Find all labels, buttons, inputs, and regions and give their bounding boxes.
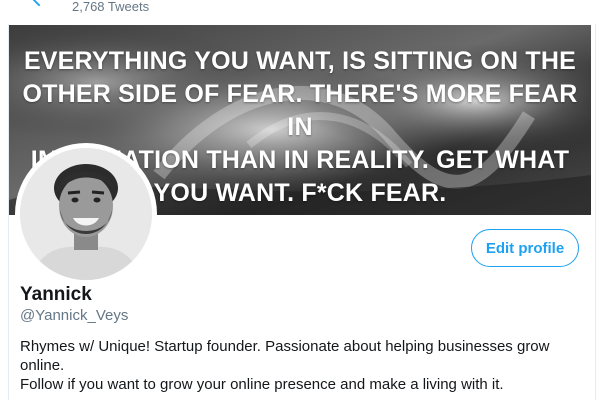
banner-quote-line: OTHER SIDE OF FEAR. THERE'S MORE FEAR IN xyxy=(22,80,578,141)
edit-profile-button[interactable]: Edit profile xyxy=(471,229,579,267)
profile-handle: @Yannick_Veys xyxy=(20,307,129,324)
profile-bio-line: Rhymes w/ Unique! Startup founder. Passi… xyxy=(20,338,550,374)
avatar-portrait-image xyxy=(20,148,152,280)
profile-bio-line: Follow if you want to grow your online p… xyxy=(20,376,504,393)
frame-border-right xyxy=(595,0,596,400)
back-arrow-icon[interactable] xyxy=(28,0,50,10)
tweet-count: 2,768 Tweets xyxy=(72,0,150,14)
profile-bio: Rhymes w/ Unique! Startup founder. Passi… xyxy=(20,337,580,394)
avatar[interactable] xyxy=(20,148,152,280)
profile-name: Yannick xyxy=(20,284,92,305)
profile-page: 2,768 Tweets EVERYTHING YOU WANT, IS SIT… xyxy=(0,0,600,400)
banner-quote-line: EVERYTHING YOU WANT, IS SITTING ON THE xyxy=(23,47,577,75)
profile-header-bar: 2,768 Tweets xyxy=(0,0,600,24)
